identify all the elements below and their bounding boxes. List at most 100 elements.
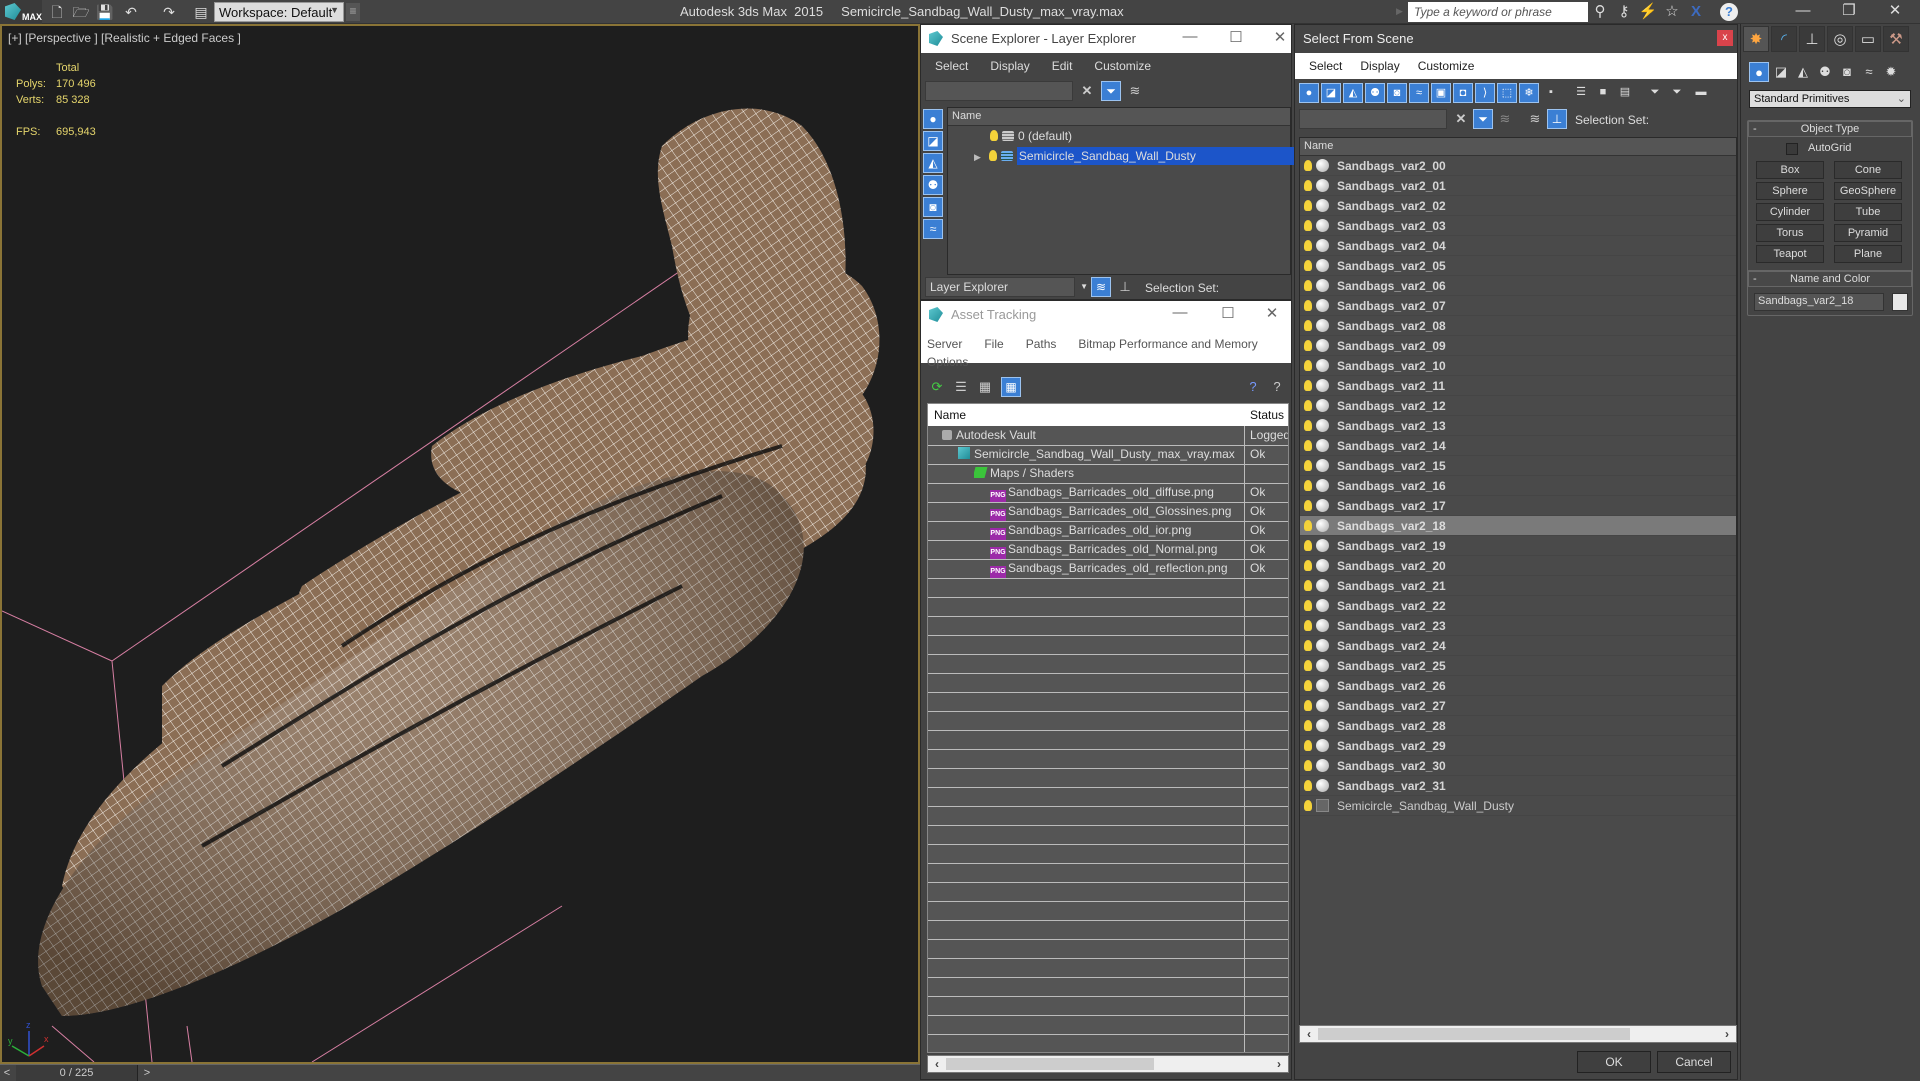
lightbulb-icon[interactable] [1304,480,1312,491]
object-row[interactable]: Sandbags_var2_24 [1300,636,1736,656]
lightbulb-icon[interactable] [1304,160,1312,171]
rollout-header[interactable]: - Name and Color [1748,271,1912,287]
cameras-filter-icon[interactable]: ⚉ [923,175,943,195]
minimize-button[interactable]: — [1780,0,1826,24]
object-row[interactable]: Sandbags_var2_31 [1300,776,1736,796]
menu-bitmap-performance[interactable]: Bitmap Performance and Memory [1064,333,1265,351]
autodesk-x-icon[interactable]: X [1686,2,1706,22]
object-row[interactable]: Sandbags_var2_15 [1300,456,1736,476]
name-column-header[interactable]: Name [934,408,966,422]
rollout-header[interactable]: - Object Type [1748,121,1912,137]
bones-filter-icon[interactable]: ⟩ [1475,83,1495,103]
lightbulb-icon[interactable] [1304,560,1312,571]
object-row[interactable]: Sandbags_var2_00 [1300,156,1736,176]
filter-icon[interactable]: ⏷ [1473,109,1493,129]
scroll-right-icon[interactable]: › [1272,1056,1286,1072]
object-row[interactable]: Sandbags_var2_22 [1300,596,1736,616]
undo-icon[interactable]: ↶ [122,3,140,21]
lightbulb-icon[interactable] [1304,760,1312,771]
asset-row[interactable]: PNG Sandbags_Barricades_old_Normal.png [990,540,1242,559]
satellite-icon[interactable]: ⚡ [1638,2,1658,22]
object-row[interactable]: Sandbags_var2_17 [1300,496,1736,516]
hidden-filter-icon[interactable]: ▪ [1541,83,1561,103]
app-menu-button[interactable]: MAX [0,0,42,24]
object-row[interactable]: Sandbags_var2_21 [1300,576,1736,596]
object-row[interactable]: Sandbags_var2_20 [1300,556,1736,576]
collapse-icon[interactable]: - [1753,122,1757,137]
lightbulb-icon[interactable] [1304,580,1312,591]
layer-settings-icon[interactable]: ≋ [1495,109,1515,129]
display-invert-icon[interactable]: ▤ [1615,83,1635,103]
layer-row-selected[interactable]: ▶ Semicircle_Sandbag_Wall_Dusty [948,146,1336,166]
menu-file[interactable]: File [970,333,1011,351]
open-file-icon[interactable]: 🗁 [72,3,90,21]
object-row[interactable]: Sandbags_var2_25 [1300,656,1736,676]
torus-button[interactable]: Torus [1756,224,1824,242]
ok-button[interactable]: OK [1577,1051,1651,1073]
lightbulb-icon[interactable] [1304,240,1312,251]
object-row[interactable]: Sandbags_var2_19 [1300,536,1736,556]
collapse-toolbar-icon[interactable]: ▬ [1691,83,1711,103]
horizontal-scrollbar[interactable]: ‹ › [927,1055,1289,1073]
object-row[interactable]: Sandbags_var2_09 [1300,336,1736,356]
object-row[interactable]: Sandbags_var2_23 [1300,616,1736,636]
asset-row[interactable]: Semicircle_Sandbag_Wall_Dusty_max_vray.m… [958,445,1242,464]
filter-funnel-icon[interactable]: ⏷ [1645,83,1665,103]
object-row[interactable]: Sandbags_var2_27 [1300,696,1736,716]
plane-button[interactable]: Plane [1834,245,1902,263]
asset-row[interactable]: PNG Sandbags_Barricades_old_ior.png [990,521,1242,540]
next-frame-button[interactable]: > [140,1065,154,1081]
helpers-icon[interactable]: ◙ [1837,62,1857,82]
shapes-filter-icon[interactable]: ◪ [923,131,943,151]
geometry-filter-icon[interactable]: ● [1299,83,1319,103]
lights-icon[interactable]: ◭ [1793,62,1813,82]
object-row[interactable]: Sandbags_var2_03 [1300,216,1736,236]
containers-filter-icon[interactable]: ⬚ [1497,83,1517,103]
lightbulb-icon[interactable] [1304,800,1312,811]
vault-help-icon[interactable]: ? [1243,377,1263,397]
key-icon[interactable]: ⚷ [1614,2,1634,22]
sort-by-layer-icon[interactable]: ≋ [1525,109,1545,129]
lightbulb-icon[interactable] [1304,400,1312,411]
expand-triangle-icon[interactable]: ▶ [974,152,981,162]
lightbulb-icon[interactable] [1304,460,1312,471]
object-row[interactable]: Sandbags_var2_16 [1300,476,1736,496]
scrollbar-thumb[interactable] [1318,1028,1630,1040]
object-row[interactable]: Sandbags_var2_14 [1300,436,1736,456]
autogrid-checkbox[interactable] [1786,143,1798,155]
object-row[interactable]: Sandbags_var2_11 [1300,376,1736,396]
create-tab-icon[interactable]: ✸ [1743,26,1769,52]
sort-by-hierarchy-icon[interactable]: ⊥ [1115,277,1135,297]
new-file-icon[interactable]: 🗋 [48,3,66,21]
list-view-icon[interactable]: ☰ [951,377,971,397]
menu-server[interactable]: Server [921,333,970,351]
lightbulb-icon[interactable] [1304,320,1312,331]
menu-paths[interactable]: Paths [1012,333,1065,351]
lightbulb-icon[interactable] [1304,200,1312,211]
object-row[interactable]: Sandbags_var2_06 [1300,276,1736,296]
asset-row[interactable]: PNG Sandbags_Barricades_old_reflection.pn… [990,559,1242,578]
menu-display[interactable]: Display [1346,53,1403,73]
spacewarps-icon[interactable]: ≈ [1859,62,1879,82]
object-row[interactable]: Sandbags_var2_26 [1300,676,1736,696]
close-button[interactable]: x [1717,30,1733,46]
object-row[interactable]: Sandbags_var2_08 [1300,316,1736,336]
explorer-type-dropdown[interactable]: Layer Explorer ▼ [925,277,1088,297]
tube-button[interactable]: Tube [1834,203,1902,221]
lightbulb-icon[interactable] [1304,280,1312,291]
name-column-header[interactable]: Name [1300,138,1736,156]
cameras-filter-icon[interactable]: ⚉ [1365,83,1385,103]
keyword-search-input[interactable]: Type a keyword or phrase [1408,2,1588,22]
clear-search-icon[interactable]: ✕ [1077,81,1097,101]
lightbulb-icon[interactable] [1304,500,1312,511]
lightbulb-icon[interactable] [1304,700,1312,711]
asset-row[interactable]: Autodesk Vault [942,426,1242,445]
cone-button[interactable]: Cone [1834,161,1902,179]
time-slider[interactable]: < 0 / 225 > [0,1064,920,1081]
display-all-icon[interactable]: ☰ [1571,83,1591,103]
object-row[interactable]: Sandbags_var2_10 [1300,356,1736,376]
lightbulb-icon[interactable] [990,130,998,141]
advanced-filter-icon[interactable]: ⏷ [1667,83,1687,103]
help-icon[interactable]: ? [1267,377,1287,397]
object-row[interactable]: Sandbags_var2_29 [1300,736,1736,756]
